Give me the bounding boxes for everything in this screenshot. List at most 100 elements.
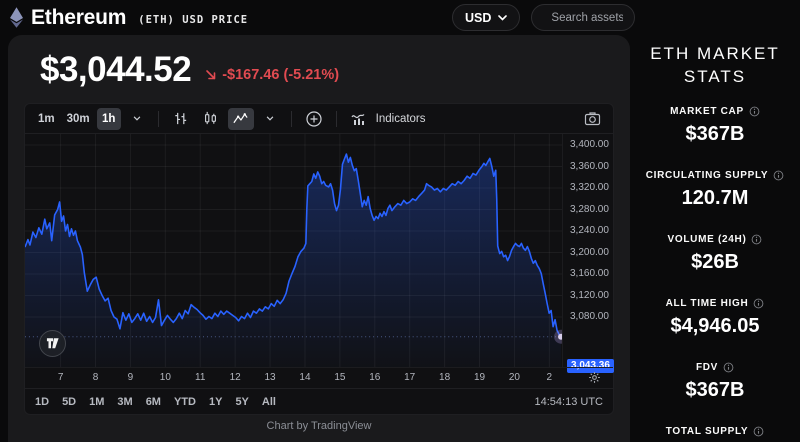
chart-canvas[interactable]: 3,400.003,360.003,320.003,280.003,240.00… [25,134,613,367]
x-tick-label: 13 [264,372,275,383]
y-tick-label: 3,280.00 [570,204,609,215]
info-icon[interactable] [723,362,734,373]
hollow-candles-icon [202,110,219,127]
currency-value: USD [465,11,491,25]
style-menu-button[interactable] [258,108,282,130]
toolbar-divider [158,111,159,127]
range-button-1d[interactable]: 1D [35,396,49,408]
range-button-5d[interactable]: 5D [62,396,76,408]
chart-attribution: Chart by TradingView [8,420,630,432]
chart-settings-button[interactable] [588,371,601,384]
x-tick-label: 14 [299,372,310,383]
arrow-down-right-icon [205,69,217,81]
x-tick-label: 8 [93,372,99,383]
range-button-5y[interactable]: 5Y [235,396,248,408]
page: Ethereum (ETH) USD PRICE USD $3,044.52 -… [0,0,800,442]
y-tick-label: 3,120.00 [570,290,609,301]
range-button-6m[interactable]: 6M [146,396,161,408]
indicators-icon [350,111,368,127]
stat-label: MARKET CAP [670,106,760,117]
price-chart-card: $3,044.52 -$167.46 (-5.21%) 1m30m1h [8,35,630,442]
chart-clock[interactable]: 14:54:13 UTC [535,396,603,408]
y-tick-label: 3,400.00 [570,139,609,150]
x-tick-label: 12 [230,372,241,383]
compare-button[interactable] [301,108,327,130]
indicators-label: Indicators [376,113,426,125]
info-icon[interactable] [749,106,760,117]
search-input[interactable] [551,12,623,24]
stat-value: $4,946.05 [630,315,800,338]
x-tick-label: 7 [58,372,64,383]
interval-group: 1m30m1h [33,108,121,130]
chart-toolbar: 1m30m1h [25,104,613,134]
brand: Ethereum (ETH) USD PRICE [10,0,248,35]
currency-selector[interactable]: USD [452,4,520,31]
indicators-button[interactable]: Indicators [346,108,430,130]
x-tick-label: 11 [195,372,205,383]
header-controls: USD [452,4,635,31]
gear-icon [588,371,601,384]
x-tick-label: 16 [369,372,380,383]
x-tick-label: 10 [160,372,171,383]
tradingview-logo[interactable] [39,330,66,357]
range-button-1y[interactable]: 1Y [209,396,222,408]
range-button-ytd[interactable]: YTD [174,396,196,408]
interval-button-1h[interactable]: 1h [97,108,121,130]
price-area-chart[interactable] [25,134,562,367]
stat-item: MARKET CAP $367B [630,101,800,146]
info-icon[interactable] [753,426,764,437]
bars-icon [172,110,189,127]
interval-button-30m[interactable]: 30m [62,108,95,130]
screenshot-button[interactable] [579,108,605,130]
range-button-1m[interactable]: 1M [89,396,104,408]
tradingview-widget: 1m30m1h [24,103,614,415]
range-group: 1D 5D 1M 3M 6M YTD 1Y 5Y All [35,396,289,408]
toolbar-divider [336,111,337,127]
stat-label: FDV [696,362,734,373]
price-axis[interactable]: 3,400.003,360.003,320.003,280.003,240.00… [562,134,613,367]
area-style-button[interactable] [228,108,254,130]
chart-bottom-bar: 1D 5D 1M 3M 6M YTD 1Y 5Y All 14:54:13 UTC [25,388,613,414]
y-tick-label: 3,320.00 [570,182,609,193]
x-tick-label: 20 [509,372,520,383]
range-button-all[interactable]: All [262,396,276,408]
price-change-text: -$167.46 (-5.21%) [222,67,339,83]
stat-value: $367B [630,379,800,402]
info-icon[interactable] [751,234,762,245]
x-tick-label: 15 [334,372,345,383]
price-row: $3,044.52 -$167.46 (-5.21%) [8,35,630,101]
info-icon[interactable] [753,298,764,309]
chevron-down-icon [498,15,507,21]
search-box[interactable] [531,4,635,31]
hollow-candles-style-button[interactable] [198,108,224,130]
area-chart-icon [232,110,249,127]
interval-button-1m[interactable]: 1m [33,108,60,130]
price-change: -$167.46 (-5.21%) [205,67,339,83]
stat-value: $26B [630,251,800,274]
stat-item: ALL TIME HIGH $4,946.05 [630,293,800,338]
market-stats-sidebar: ETH MARKET STATS MARKET CAP$367BCIRCULAT… [630,35,800,442]
stat-item: CIRCULATING SUPPLY120.7M [630,165,800,210]
chevron-down-icon [133,116,141,121]
stat-label: ALL TIME HIGH [666,298,765,309]
info-icon[interactable] [773,170,784,181]
tradingview-logo-icon [46,337,60,350]
x-tick-label: 19 [474,372,485,383]
stat-value: $367B [630,123,800,146]
bars-style-button[interactable] [168,108,194,130]
page-title: Ethereum [31,6,126,30]
stats-list: MARKET CAP $367B CIRCULATING SUPPLY120.7M V… [630,101,800,442]
top-header: Ethereum (ETH) USD PRICE USD [0,0,800,35]
stat-label: TOTAL SUPPLY [666,426,765,437]
range-button-3m[interactable]: 3M [117,396,132,408]
y-tick-label: 3,160.00 [570,268,609,279]
x-tick-label: 18 [439,372,450,383]
interval-menu-button[interactable] [125,108,149,130]
y-tick-label: 3,240.00 [570,225,609,236]
current-price: $3,044.52 [40,50,191,90]
y-tick-label: 3,200.00 [570,247,609,258]
x-tick-label: 9 [128,372,134,383]
time-axis[interactable]: 78910111213141516171819202 [25,367,613,388]
y-tick-label: 3,080.00 [570,311,609,322]
stat-item: VOLUME (24H)$26B [630,229,800,274]
